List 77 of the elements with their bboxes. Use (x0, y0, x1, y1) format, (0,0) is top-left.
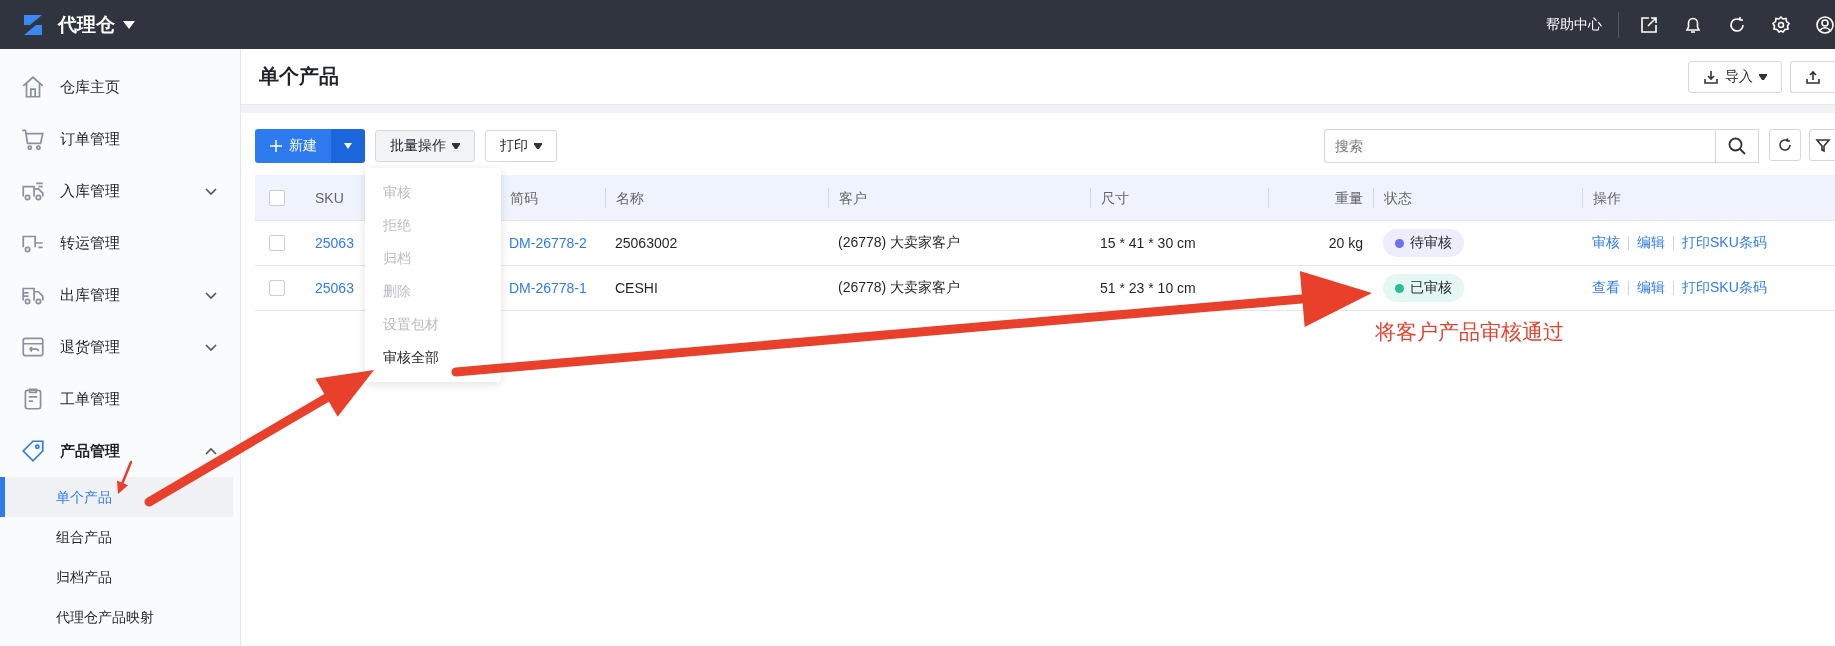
submenu-item[interactable]: 组合产品 (0, 517, 233, 557)
submenu-item[interactable]: 代理仓产品映射 (0, 597, 233, 637)
sidebar-item[interactable]: 仓库主页 (0, 61, 240, 113)
settings-icon[interactable] (1771, 14, 1791, 35)
import-button[interactable]: 导入 (1688, 60, 1782, 93)
column-header: 操作 (1593, 189, 1621, 206)
sidebar-item[interactable]: 订单管理 (0, 113, 240, 165)
action-link[interactable]: 编辑 (1637, 279, 1665, 297)
action-link[interactable]: 打印SKU条码 (1682, 279, 1767, 297)
menu-item-icon (20, 126, 46, 152)
caret-icon (1759, 73, 1767, 80)
menu-item-icon (20, 74, 46, 100)
column-header: 重量 (1335, 189, 1363, 206)
submenu-item[interactable]: 单个产品 (0, 477, 233, 517)
new-button[interactable]: 新建 (255, 129, 331, 163)
page-title: 单个产品 (259, 64, 340, 89)
menu-item[interactable]: 审核全部 (365, 341, 501, 374)
print-button[interactable]: 打印 (485, 130, 557, 162)
caret-icon[interactable] (123, 20, 135, 29)
filter-icon (1814, 137, 1831, 153)
export-button[interactable] (1790, 60, 1835, 93)
upload-icon (1805, 68, 1821, 85)
menu-item-icon (20, 334, 46, 360)
sidebar-item[interactable]: 工单管理 (0, 373, 240, 425)
column-header: 尺寸 (1101, 189, 1129, 206)
caret-icon (534, 143, 542, 149)
filter-button[interactable] (1809, 129, 1835, 161)
table-cell-text: 15 * 41 * 30 cm (1099, 235, 1197, 251)
product-id-link[interactable]: 25063 (315, 280, 354, 296)
action-link[interactable]: 编辑 (1637, 234, 1665, 252)
download-icon (1703, 68, 1719, 85)
search-button[interactable] (1715, 129, 1759, 163)
status-badge: 待审核 (1383, 229, 1464, 257)
arrow (116, 460, 133, 494)
app-title[interactable]: 代理仓 (58, 11, 115, 38)
table-cell-text: (26778) 大卖家客户 (837, 279, 962, 297)
new-dropdown-button[interactable] (331, 129, 365, 163)
sidebar-item[interactable]: 产品管理 (0, 425, 240, 477)
sidebar-item[interactable]: 入库管理 (0, 165, 240, 217)
batch-actions-button[interactable]: 批量操作 (375, 130, 475, 162)
column-header: 名称 (616, 189, 644, 206)
submenu-item[interactable]: 归档产品 (0, 557, 233, 597)
code-link[interactable]: DM-26778-2 (509, 235, 587, 251)
menu-item-icon (20, 438, 46, 464)
action-link[interactable]: 打印SKU条码 (1682, 234, 1767, 252)
table-cell-text: CESHI (614, 280, 659, 296)
user-icon[interactable] (1815, 14, 1835, 35)
action-link[interactable]: 审核 (1592, 234, 1620, 252)
refresh-icon (1777, 137, 1793, 153)
column-header: 客户 (839, 189, 867, 206)
refresh-button[interactable] (1769, 129, 1801, 161)
annotation-text: 将客户产品审核通过 (1375, 319, 1564, 345)
table-cell-text: (26778) 大卖家客户 (837, 234, 962, 252)
caret-icon (452, 143, 460, 149)
search-field[interactable]: 搜索 (1324, 129, 1715, 163)
table-cell-text: 51 * 23 * 10 cm (1099, 280, 1197, 296)
search-icon (1727, 136, 1747, 156)
sidebar-item[interactable]: 转运管理 (0, 217, 240, 269)
code-link[interactable]: DM-26778-1 (509, 280, 587, 296)
plus-icon (269, 139, 283, 153)
column-header: 状态 (1384, 189, 1412, 206)
row-checkbox[interactable] (269, 280, 285, 296)
column-header: 简码 (510, 189, 538, 206)
refresh-icon[interactable] (1727, 14, 1747, 35)
table-cell-text: 25063002 (614, 235, 679, 251)
row-checkbox[interactable] (269, 235, 285, 251)
column-header: SKU (315, 189, 344, 206)
action-link[interactable]: 查看 (1592, 279, 1620, 297)
caret-icon (344, 143, 352, 149)
share-icon[interactable] (1639, 14, 1659, 35)
sidebar-item[interactable]: 退货管理 (0, 321, 240, 373)
sidebar-item[interactable]: 出库管理 (0, 269, 240, 321)
product-id-link[interactable]: 25063 (315, 235, 354, 251)
status-badge: 已审核 (1383, 274, 1464, 302)
select-all-checkbox[interactable] (269, 189, 285, 206)
table-cell-text: 20 kg (1327, 235, 1364, 251)
help-center-link[interactable]: 帮助中心 (1546, 15, 1602, 34)
